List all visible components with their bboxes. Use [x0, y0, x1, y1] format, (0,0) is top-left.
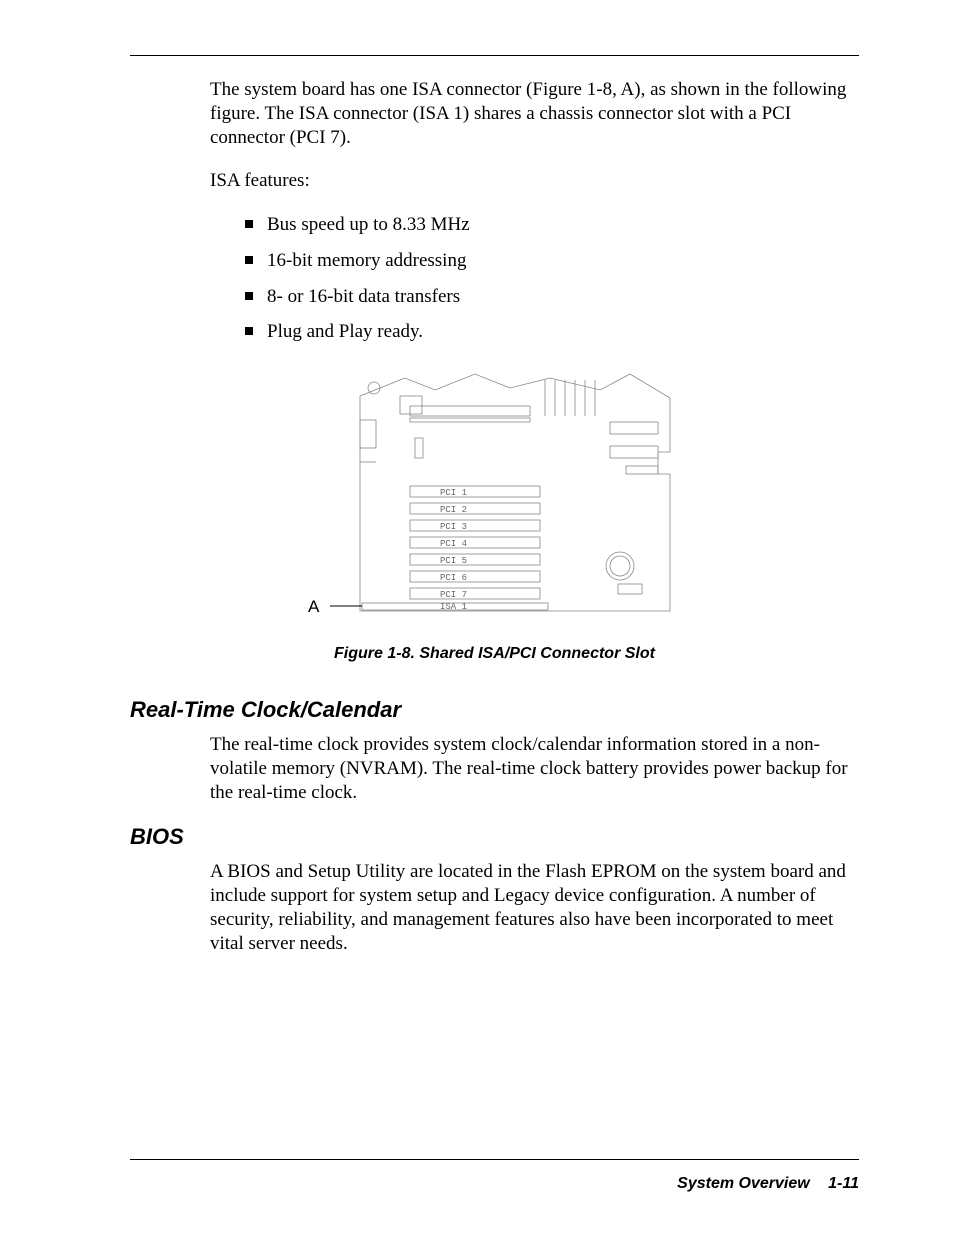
slot-label: PCI 4 — [440, 539, 467, 549]
footer-page-number: 1-11 — [828, 1175, 859, 1192]
isa-feature-list: Bus speed up to 8.33 MHz 16-bit memory a… — [245, 213, 859, 344]
slot-label: PCI 2 — [440, 505, 467, 515]
isa-features-label: ISA features: — [210, 169, 859, 193]
page: The system board has one ISA connector (… — [0, 0, 954, 1235]
figure-caption: Figure 1-8. Shared ISA/PCI Connector Slo… — [130, 645, 859, 663]
slot-label: PCI 3 — [440, 522, 467, 532]
bottom-rule — [130, 1159, 859, 1160]
list-item: Plug and Play ready. — [245, 320, 859, 344]
slot-label: PCI 6 — [440, 573, 467, 583]
rtc-body: The real-time clock provides system cloc… — [210, 733, 859, 804]
rtc-paragraph: The real-time clock provides system cloc… — [210, 733, 859, 804]
figure-container: PCI 1 PCI 2 PCI 3 PCI 4 PCI 5 PCI 6 PCI … — [130, 366, 859, 631]
list-item: Bus speed up to 8.33 MHz — [245, 213, 859, 237]
bios-paragraph: A BIOS and Setup Utility are located in … — [210, 860, 859, 955]
slot-label: PCI 5 — [440, 556, 467, 566]
slot-label: PCI 1 — [440, 488, 467, 498]
motherboard-diagram: PCI 1 PCI 2 PCI 3 PCI 4 PCI 5 PCI 6 PCI … — [300, 366, 690, 626]
footer-title: System Overview — [677, 1175, 810, 1192]
footer: System Overview 1-11 — [677, 1175, 859, 1193]
intro-paragraph: The system board has one ISA connector (… — [210, 78, 859, 149]
top-rule — [130, 55, 859, 56]
list-item: 8- or 16-bit data transfers — [245, 285, 859, 309]
bios-heading: BIOS — [130, 824, 859, 850]
slot-label: PCI 7 — [440, 590, 467, 600]
bios-body: A BIOS and Setup Utility are located in … — [210, 860, 859, 955]
slot-label: ISA 1 — [440, 602, 467, 612]
figure-marker-a: A — [308, 597, 320, 616]
rtc-heading: Real-Time Clock/Calendar — [130, 697, 859, 723]
list-item: 16-bit memory addressing — [245, 249, 859, 273]
body-content: The system board has one ISA connector (… — [210, 78, 859, 344]
